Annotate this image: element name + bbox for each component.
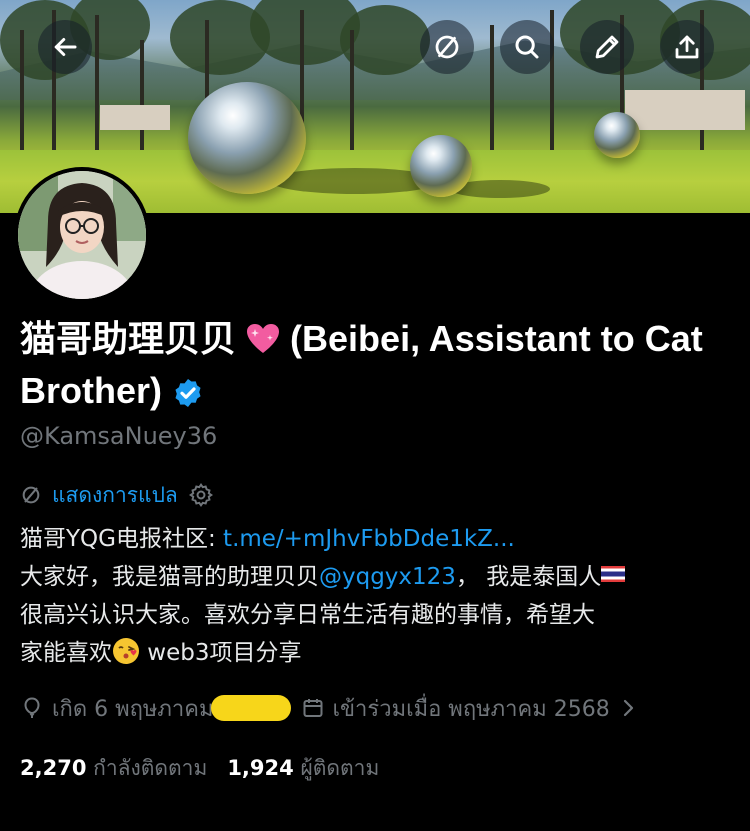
banner-building — [625, 90, 745, 130]
pencil-icon — [595, 35, 619, 59]
share-icon — [675, 35, 699, 59]
share-button[interactable] — [660, 20, 714, 74]
avatar[interactable] — [14, 167, 150, 303]
bio-text: ， 我是泰国人 — [455, 564, 602, 590]
gear-icon[interactable] — [188, 482, 214, 508]
chevron-right-icon[interactable] — [616, 696, 640, 720]
following-count: 2,270 — [20, 756, 87, 780]
slash-circle-icon — [435, 35, 459, 59]
thailand-flag-icon — [601, 566, 626, 582]
bio-line: 家能喜欢 web3项目分享 — [20, 634, 735, 672]
following-link[interactable]: 2,270 กำลังติดตาม — [20, 752, 207, 785]
follow-stats: 2,270 กำลังติดตาม 1,924 ผู้ติดตาม — [20, 752, 379, 785]
display-name-cn: 猫哥助理贝贝 — [20, 318, 237, 359]
translate-row: แสดงการแปล — [20, 480, 214, 510]
bio-line: 很高兴认识大家。喜欢分享日常生活有趣的事情，希望大 — [20, 602, 595, 628]
birth-date: เกิด 6 พฤษภาคม 2 — [52, 696, 235, 722]
mirror-sphere — [594, 112, 640, 158]
user-handle: @KamsaNuey36 — [20, 422, 218, 450]
bio-text: 大家好，我是猫哥的助理贝贝 — [20, 564, 319, 590]
slash-circle-icon — [22, 486, 40, 504]
following-label: กำลังติดตาม — [93, 756, 208, 780]
bio-text: 家能喜欢 — [20, 640, 112, 666]
followers-label: ผู้ติดตาม — [300, 756, 380, 780]
mirror-sphere — [188, 82, 306, 194]
avatar-photo — [18, 171, 146, 299]
verified-badge-icon[interactable] — [172, 377, 204, 409]
followers-link[interactable]: 1,924 ผู้ติดตาม — [227, 752, 379, 785]
bio-text: web3项目分享 — [140, 640, 302, 666]
balloon-icon — [24, 697, 40, 718]
banner-building — [100, 105, 170, 130]
bio-line: 大家好，我是猫哥的助理贝贝@yqgyx123， 我是泰国人 — [20, 558, 735, 596]
mirror-sphere — [410, 135, 472, 197]
display-name: 猫哥助理贝贝 (Beibei, Assistant to Cat Brother… — [20, 313, 730, 417]
face-blowing-kiss-icon — [113, 638, 139, 664]
search-button[interactable] — [500, 20, 554, 74]
calendar-icon — [303, 699, 322, 717]
bio-line: 猫哥YQG电报社区: t.me/+mJhvFbbDde1kZ... — [20, 520, 735, 558]
search-icon — [515, 35, 539, 59]
telegram-link[interactable]: t.me/+mJhvFbbDde1kZ... — [223, 526, 515, 552]
redaction-mark — [210, 695, 291, 721]
followers-count: 1,924 — [227, 756, 294, 780]
bio-text: 猫哥YQG电报社区: — [20, 526, 224, 552]
sparkling-heart-icon — [247, 324, 280, 353]
profile-meta: เกิด 6 พฤษภาคม 2 เข้าร่วมเมื่อ พฤษภาคม 2… — [20, 690, 640, 726]
back-button[interactable] — [38, 20, 92, 74]
show-translation-link[interactable]: แสดงการแปล — [52, 479, 178, 512]
profile-bio: 猫哥YQG电报社区: t.me/+mJhvFbbDde1kZ... 大家好，我是… — [20, 520, 735, 672]
mention-link[interactable]: @yqgyx123 — [319, 564, 456, 590]
join-date: เข้าร่วมเมื่อ พฤษภาคม 2568 — [332, 696, 610, 722]
mute-button[interactable] — [420, 20, 474, 74]
edit-button[interactable] — [580, 20, 634, 74]
arrow-left-icon — [54, 38, 77, 56]
